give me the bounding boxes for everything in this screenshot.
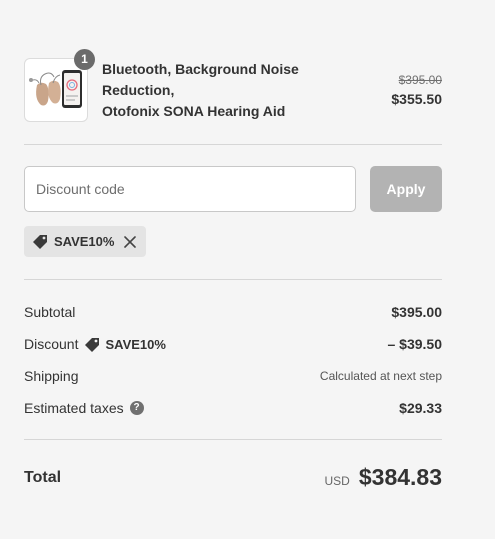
- discount-form: Apply: [24, 166, 442, 212]
- cost-summary: Subtotal $395.00 Discount SAVE10% – $39.…: [24, 296, 442, 424]
- help-question-icon[interactable]: ?: [129, 401, 144, 415]
- discount-code-tag: SAVE10%: [84, 336, 166, 353]
- subtotal-row: Subtotal $395.00: [24, 296, 442, 328]
- total-amount: $384.83: [358, 464, 442, 490]
- discount-row: Discount SAVE10% – $39.50: [24, 328, 442, 360]
- subtotal-value: $395.00: [391, 304, 442, 320]
- total-row: Total USD $384.83: [24, 464, 442, 491]
- applied-discount-chip: SAVE10%: [24, 226, 147, 257]
- total-label: Total: [24, 468, 62, 486]
- shipping-value: Calculated at next step: [319, 369, 442, 383]
- shipping-label: Shipping: [24, 368, 79, 384]
- apply-button[interactable]: Apply: [370, 166, 442, 212]
- product-price: $395.00 $355.50: [391, 71, 442, 109]
- taxes-row: Estimated taxes ? $29.33: [24, 392, 442, 424]
- product-name: Bluetooth, Background Noise Reduction, O…: [102, 59, 364, 122]
- taxes-label-group: Estimated taxes ?: [24, 400, 144, 416]
- discount-tag-icon: [85, 337, 100, 352]
- sale-price: $355.50: [391, 91, 442, 107]
- discount-code-text: SAVE10%: [105, 336, 166, 352]
- taxes-value: $29.33: [399, 400, 442, 416]
- applied-code-label: SAVE10%: [54, 234, 115, 249]
- remove-discount-close-icon[interactable]: [122, 234, 138, 250]
- divider: [24, 144, 442, 145]
- taxes-label: Estimated taxes: [24, 400, 124, 416]
- product-name-line1: Bluetooth, Background Noise Reduction,: [102, 60, 299, 98]
- discount-value: – $39.50: [387, 336, 443, 352]
- subtotal-label: Subtotal: [24, 304, 76, 320]
- product-name-line2: Otofonix SONA Hearing Aid: [102, 102, 286, 119]
- discount-tag-icon: [33, 235, 47, 249]
- hearing-aid-product-image-icon: [29, 70, 82, 108]
- currency-code: USD: [324, 474, 350, 488]
- discount-code-input[interactable]: [24, 166, 356, 212]
- quantity-badge: 1: [74, 49, 95, 70]
- divider: [24, 439, 442, 440]
- total-amount-group: USD $384.83: [325, 464, 442, 491]
- order-summary: 1 Bluetooth, Background Noise Reduction,…: [24, 0, 442, 491]
- original-price: $395.00: [398, 73, 442, 87]
- line-item: 1 Bluetooth, Background Noise Reduction,…: [24, 49, 442, 122]
- discount-label-group: Discount SAVE10%: [24, 336, 166, 353]
- product-thumbnail: 1: [24, 49, 95, 122]
- shipping-row: Shipping Calculated at next step: [24, 360, 442, 392]
- divider: [24, 279, 442, 280]
- discount-label: Discount: [24, 336, 79, 352]
